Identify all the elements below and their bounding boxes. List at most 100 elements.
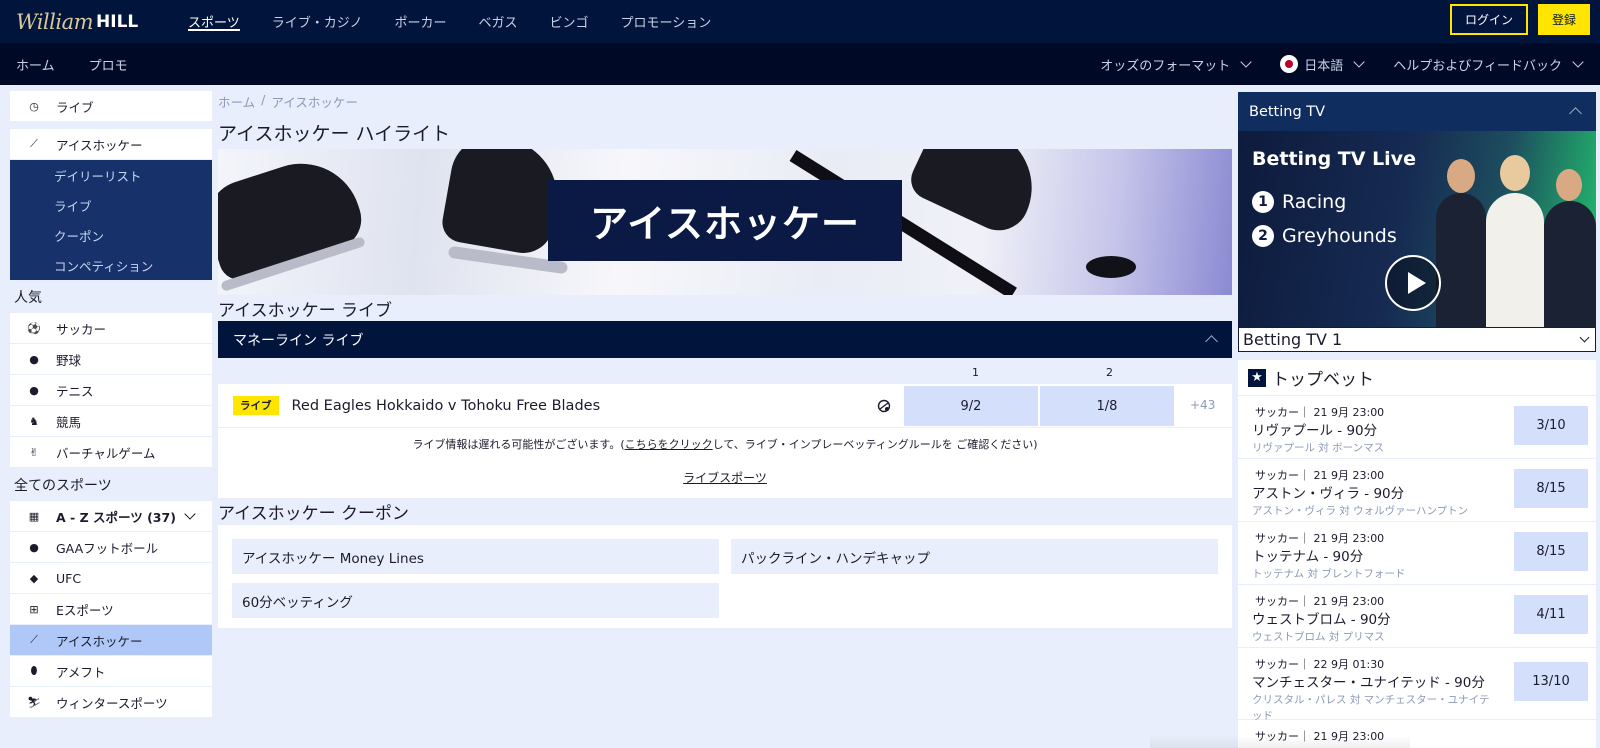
sidebar-item-gaa-football[interactable]: ● GAAフットボール <box>10 532 212 563</box>
presenter-figure <box>1436 193 1486 327</box>
bet-meta: サッカー｜ 21 9月 23:00 <box>1255 469 1385 482</box>
subnav-home-link[interactable]: ホーム <box>16 55 55 74</box>
gaa-ball-icon: ● <box>29 540 39 554</box>
video-row-greyhounds: 2 Greyhounds <box>1252 225 1397 247</box>
american-football-icon: ⬮ <box>30 664 38 677</box>
a-z-icon: ▦ <box>28 509 40 523</box>
bet-price-button[interactable]: 8/15 <box>1514 532 1588 571</box>
sidebar-sub-coupon[interactable]: クーポン <box>10 220 212 250</box>
coupon-money-lines[interactable]: アイスホッケー Money Lines <box>232 539 719 574</box>
betting-tv-header[interactable]: Betting TV <box>1238 92 1596 131</box>
more-markets-link[interactable]: +43 <box>1190 398 1215 412</box>
horse-icon: ♞ <box>29 414 39 428</box>
subnav-promo-link[interactable]: プロモ <box>89 55 128 74</box>
bet-price-button[interactable]: 13/10 <box>1514 662 1588 701</box>
coupon-60-min-betting[interactable]: 60分ベッティング <box>232 583 719 618</box>
bet-selection: リヴァプール - 90分 <box>1252 423 1378 439</box>
tab-sports[interactable]: スポーツ <box>172 0 256 43</box>
tab-promotions[interactable]: プロモーション <box>605 0 728 43</box>
bet-event: トッテナム 対 ブレントフォード <box>1252 568 1406 580</box>
sidebar-item-virtual[interactable]: ✌ バーチャルゲーム <box>10 437 212 468</box>
sidebar-item-baseball[interactable]: ● 野球 <box>10 344 212 375</box>
sidebar-sub-competition[interactable]: コンペティション <box>10 250 212 280</box>
live-section-title: アイスホッケー ライブ <box>218 300 393 321</box>
tab-poker[interactable]: ポーカー <box>379 0 463 43</box>
sidebar-item-winter-sports[interactable]: ⛷ ウィンタースポーツ <box>10 687 212 718</box>
skate-graphic <box>904 149 1052 241</box>
sidebar-item-a-z-sports[interactable]: ▦ A - Z スポーツ (37) <box>10 501 212 532</box>
match-name-link[interactable]: Red Eagles Hokkaido v Tohoku Free Blades <box>292 398 601 414</box>
breadcrumb-current: アイスホッケー <box>271 95 358 110</box>
odds-format-dropdown[interactable]: オッズのフォーマット <box>1100 55 1254 74</box>
sidebar-item-label: A - Z スポーツ (37) <box>56 509 176 525</box>
live-sports-link[interactable]: ライブスポーツ <box>218 469 1232 486</box>
login-button[interactable]: ログイン <box>1449 4 1528 35</box>
click-here-link[interactable]: こちらをクリック <box>625 438 713 451</box>
sidebar-sub-live[interactable]: ライブ <box>10 190 212 220</box>
tab-vegas[interactable]: ベガス <box>463 0 534 43</box>
william-hill-logo[interactable]: William HILL <box>16 7 138 37</box>
bet-selection: ウェストブロム - 90分 <box>1252 612 1391 628</box>
puck-graphic <box>1086 256 1136 278</box>
moneyline-live-panel-header[interactable]: マネーライン ライブ <box>218 321 1232 358</box>
top-bet-item: サッカー｜ 21 9月 23:00 ウェストブロム - 90分 ウェストブロム … <box>1238 585 1596 648</box>
coupon-puckline-handicap[interactable]: パックライン・ハンデキャップ <box>731 539 1218 574</box>
betting-tv-video[interactable]: Betting TV Live 1 Racing 2 Greyhounds <box>1238 131 1596 327</box>
sidebar-item-label: GAAフットボール <box>56 540 159 556</box>
bet-price-button[interactable]: 4/11 <box>1514 595 1588 634</box>
stopwatch-icon: ◷ <box>29 99 39 113</box>
soccer-ball-icon: ⚽ <box>27 321 41 335</box>
odds-button-home[interactable]: 9/2 <box>904 386 1038 426</box>
sidebar-sub-daily-list[interactable]: デイリーリスト <box>10 160 212 190</box>
tennis-ball-icon: ● <box>29 383 39 397</box>
all-sports-heading: 全てのスポーツ <box>14 477 112 494</box>
sidebar-item-esports[interactable]: ⊞ Eスポーツ <box>10 594 212 625</box>
logo-script-text: William <box>16 9 94 34</box>
play-button-icon[interactable] <box>1385 255 1441 311</box>
bet-meta: サッカー｜ 21 9月 23:00 <box>1255 406 1385 419</box>
top-bets-title: トップベット <box>1272 370 1374 390</box>
top-bet-item: サッカー｜ 21 9月 23:00 リヴァプール - 90分 リヴァプール 対 … <box>1238 396 1596 459</box>
live-badge: ライブ <box>233 396 279 415</box>
breadcrumb-home[interactable]: ホーム <box>218 92 255 110</box>
bet-price-button[interactable]: 8/15 <box>1514 469 1588 508</box>
sidebar-item-label: アイスホッケー <box>56 633 143 649</box>
chevron-up-icon[interactable] <box>1205 335 1218 348</box>
sidebar-item-horse-racing[interactable]: ♞ 競馬 <box>10 406 212 437</box>
sidebar-item-live[interactable]: ◷ ライブ <box>10 91 212 122</box>
top-bet-item: サッカー｜ 21 9月 23:00 トッテナム - 90分 トッテナム 対 ブレ… <box>1238 522 1596 585</box>
sidebar-item-soccer[interactable]: ⚽ サッカー <box>10 313 212 344</box>
sidebar-item-tennis[interactable]: ● テニス <box>10 375 212 406</box>
coupon-panel: アイスホッケー Money Lines パックライン・ハンデキャップ 60分ベッ… <box>218 525 1232 628</box>
presenter-head <box>1556 169 1582 201</box>
video-row-racing: 1 Racing <box>1252 191 1346 213</box>
sidebar-item-icehockey[interactable]: ⟋ アイスホッケー <box>10 625 212 656</box>
selected-channel: Betting TV 1 <box>1243 330 1343 349</box>
help-dropdown[interactable]: ヘルプおよびフィードバック <box>1393 55 1586 74</box>
video-row-label: Greyhounds <box>1282 225 1397 247</box>
product-tabs: スポーツ ライブ・カジノ ポーカー ベガス ビンゴ プロモーション <box>172 0 727 43</box>
chevron-down-icon <box>1572 56 1584 68</box>
tab-bingo[interactable]: ビンゴ <box>534 0 605 43</box>
sidebar-item-american-football[interactable]: ⬮ アメフト <box>10 656 212 687</box>
odds-button-away[interactable]: 1/8 <box>1040 386 1174 426</box>
presenter-figure <box>1544 201 1596 327</box>
live-info-notice: ライブ情報は遅れる可能性がございます。(こちらをクリックして、ライブ・インプレー… <box>218 428 1232 498</box>
tab-live-casino[interactable]: ライブ・カジノ <box>256 0 379 43</box>
sidebar-item-ufc[interactable]: ◆ UFC <box>10 563 212 594</box>
betting-tv-channel-select[interactable]: Betting TV 1 <box>1238 327 1596 352</box>
esports-icon: ⊞ <box>29 602 39 616</box>
language-dropdown[interactable]: 日本語 <box>1280 55 1367 74</box>
star-icon: ★ <box>1248 368 1266 387</box>
sports-sidebar: ◷ ライブ ⟋ アイスホッケー デイリーリスト ライブ クーポン コンペティショ… <box>10 91 212 718</box>
japan-flag-icon <box>1280 55 1299 73</box>
presenter-figure <box>1486 193 1544 327</box>
icehockey-banner: アイスホッケー <box>218 149 1232 295</box>
bet-price-button[interactable]: 3/10 <box>1514 406 1588 445</box>
chevron-up-icon[interactable] <box>1569 107 1582 120</box>
banner-title: アイスホッケー <box>548 180 902 261</box>
bet-selection: アストン・ヴィラ - 90分 <box>1252 486 1405 502</box>
sidebar-item-icehockey-header[interactable]: ⟋ アイスホッケー <box>10 129 212 160</box>
number-badge: 2 <box>1252 225 1274 247</box>
register-button[interactable]: 登録 <box>1537 4 1590 35</box>
